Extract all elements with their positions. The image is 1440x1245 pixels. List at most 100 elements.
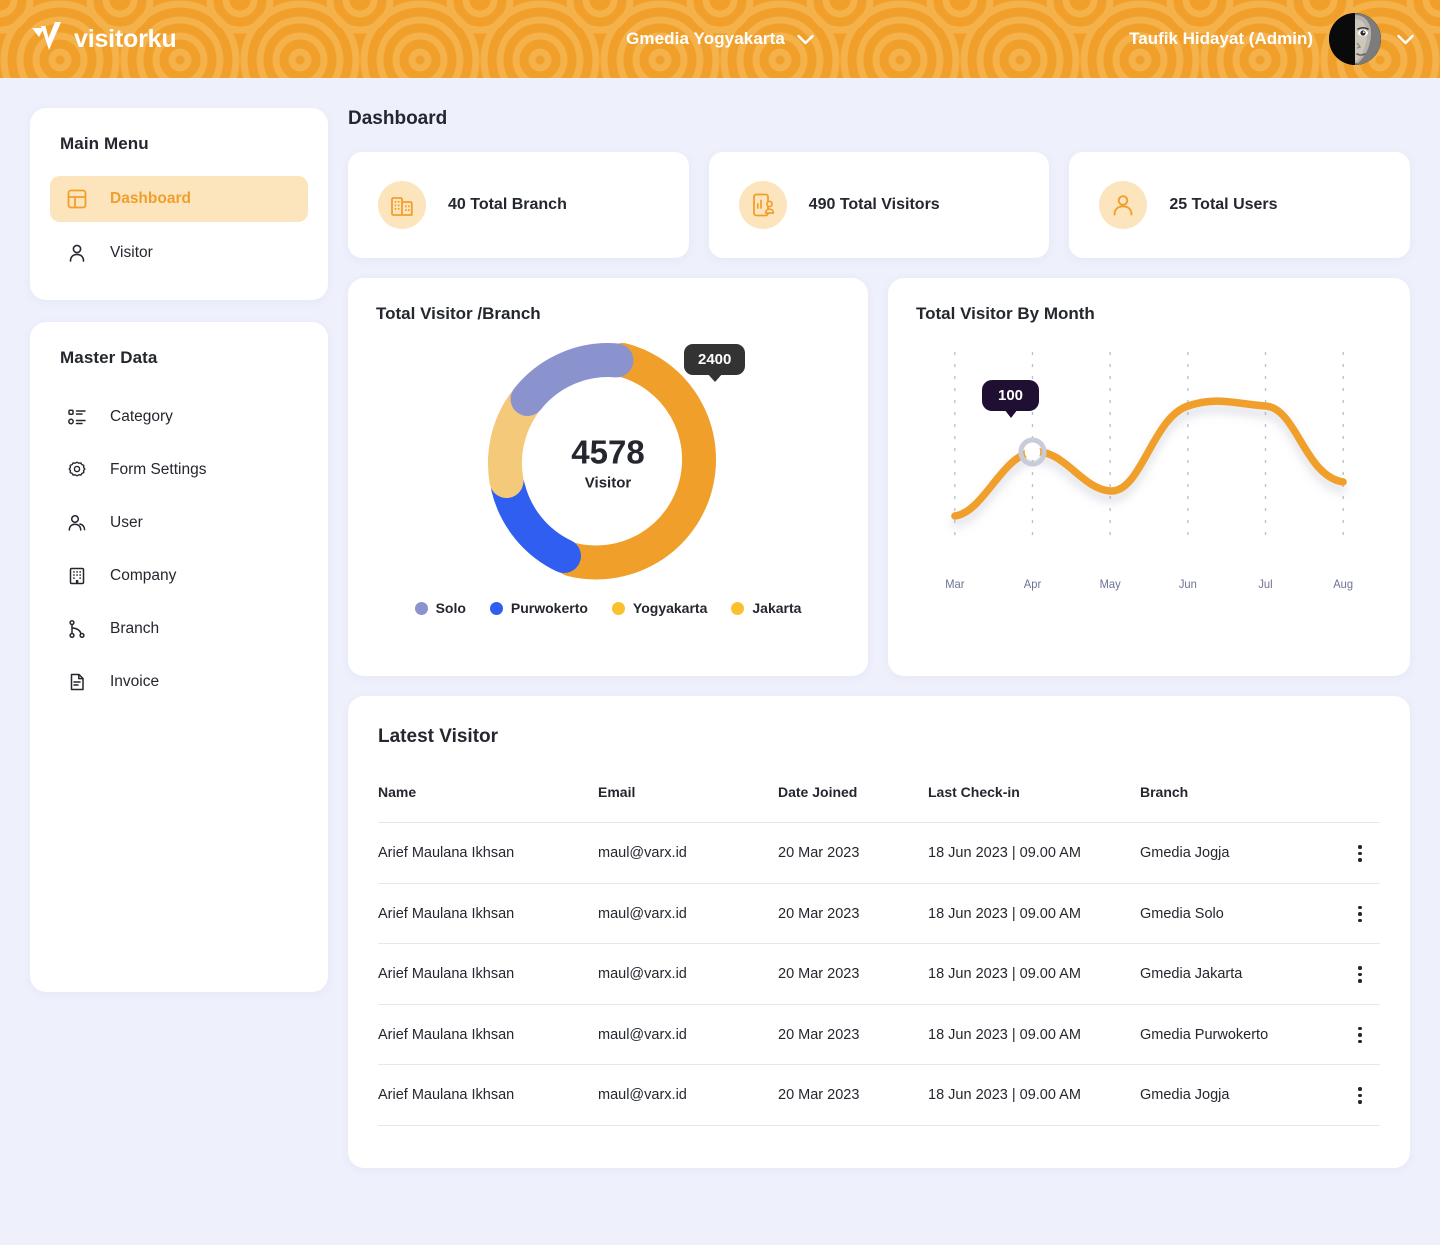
- app-header: visitorku Gmedia Yogyakarta Taufik Hiday…: [0, 0, 1440, 78]
- legend-dot: [731, 601, 745, 615]
- person-icon: [1099, 181, 1148, 229]
- column-header-name: Name: [378, 784, 417, 800]
- table-body: Arief Maulana Ikhsan maul@varx.id 20 Mar…: [378, 822, 1380, 1126]
- avatar[interactable]: [1329, 13, 1381, 65]
- stat-label: 40 Total Branch: [448, 196, 567, 213]
- user-chevron-down-icon[interactable]: [1397, 34, 1414, 45]
- table-row[interactable]: Arief Maulana Ikhsan maul@varx.id 20 Mar…: [378, 882, 1380, 944]
- git-branch-icon: [66, 618, 88, 640]
- legend-item-purwokerto[interactable]: Purwokerto: [489, 600, 588, 616]
- cell-last-checkin: 18 Jun 2023 | 09.00 AM: [928, 822, 1140, 883]
- sidebar-item-invoice[interactable]: Invoice: [50, 655, 308, 708]
- donut-chart: 4578 Visitor 2400: [376, 328, 840, 598]
- donut-center-label: 4578 Visitor: [571, 433, 645, 492]
- sidebar-item-dashboard[interactable]: Dashboard: [50, 176, 308, 222]
- latest-visitor-title: Latest Visitor: [378, 726, 499, 747]
- donut-total-caption: Visitor: [584, 474, 632, 492]
- cell-email: maul@varx.id: [598, 882, 778, 944]
- table-row[interactable]: Arief Maulana Ikhsan maul@varx.id 20 Mar…: [378, 822, 1380, 883]
- table-row[interactable]: Arief Maulana Ikhsan maul@varx.id 20 Mar…: [378, 943, 1380, 1004]
- sidebar-master-data-title: Master Data: [60, 348, 158, 367]
- kebab-menu-icon[interactable]: [1340, 845, 1380, 862]
- user-menu[interactable]: Taufik Hidayat (Admin): [1129, 0, 1414, 78]
- kebab-menu-icon[interactable]: [1340, 1087, 1380, 1104]
- visitor-report-icon: [738, 181, 787, 229]
- sidebar-item-label: Form Settings: [110, 460, 207, 478]
- latest-visitor-table: Name Email Date Joined Last Check-in Bra…: [378, 784, 1380, 1126]
- column-header-last-checkin: Last Check-in: [928, 784, 1020, 800]
- stat-label: 25 Total Users: [1169, 196, 1278, 213]
- donut-tooltip: 2400: [684, 344, 746, 375]
- cell-branch: Gmedia Purwokerto: [1140, 1003, 1340, 1065]
- sidebar-item-company[interactable]: Company: [50, 549, 308, 602]
- cell-name: Arief Maulana Ikhsan: [378, 882, 598, 944]
- cell-actions[interactable]: [1340, 943, 1380, 1004]
- stat-card-total-branch[interactable]: 40 Total Branch: [348, 152, 689, 258]
- cell-actions[interactable]: [1340, 1064, 1380, 1126]
- cell-date-joined: 20 Mar 2023: [778, 943, 928, 1004]
- table-row[interactable]: Arief Maulana Ikhsan maul@varx.id 20 Mar…: [378, 1064, 1380, 1126]
- legend-item-yogyakarta[interactable]: Yogyakarta: [611, 600, 707, 616]
- cell-branch: Gmedia Jakarta: [1140, 943, 1340, 1004]
- sidebar-item-user[interactable]: User: [50, 496, 308, 549]
- cell-email: maul@varx.id: [598, 943, 778, 1004]
- cell-email: maul@varx.id: [598, 1003, 778, 1065]
- cell-actions[interactable]: [1340, 822, 1380, 883]
- sidebar-item-label: User: [110, 513, 143, 531]
- cell-last-checkin: 18 Jun 2023 | 09.00 AM: [928, 1003, 1140, 1065]
- cell-branch: Gmedia Jogja: [1140, 1064, 1340, 1126]
- svg-text:Apr: Apr: [1024, 579, 1042, 591]
- chevron-down-icon: [797, 34, 814, 44]
- user-name: Taufik Hidayat (Admin): [1129, 29, 1313, 48]
- sidebar-item-label: Dashboard: [110, 190, 191, 207]
- line-chart-xaxis: Mar Apr May Jun Jul Aug: [945, 579, 1353, 591]
- building-icon: [66, 565, 88, 587]
- donut-chart-title: Total Visitor /Branch: [376, 304, 541, 323]
- sidebar-item-visitor[interactable]: Visitor: [50, 230, 308, 276]
- stat-cards: 40 Total Branch 490 Total Visitors 25 To…: [348, 152, 1411, 258]
- cell-email: maul@varx.id: [598, 1064, 778, 1126]
- line-chart: Mar Apr May Jun Jul Aug 100: [916, 334, 1382, 624]
- cell-branch: Gmedia Jogja: [1140, 822, 1340, 883]
- company-switcher[interactable]: Gmedia Yogyakarta: [626, 29, 814, 49]
- stat-label: 490 Total Visitors: [808, 196, 940, 213]
- cell-last-checkin: 18 Jun 2023 | 09.00 AM: [928, 1064, 1140, 1126]
- gear-icon: [66, 459, 88, 481]
- sidebar: Main Menu Dashboard Visitor Master Data: [30, 108, 328, 992]
- line-chart-tooltip: 100: [982, 380, 1040, 411]
- users-icon: [66, 512, 88, 534]
- sidebar-item-category[interactable]: Category: [50, 390, 308, 443]
- sidebar-item-label: Category: [110, 407, 173, 425]
- dashboard-page: visitorku Gmedia Yogyakarta Taufik Hiday…: [0, 0, 1440, 1245]
- cell-name: Arief Maulana Ikhsan: [378, 822, 598, 883]
- cell-name: Arief Maulana Ikhsan: [378, 1064, 598, 1126]
- cell-last-checkin: 18 Jun 2023 | 09.00 AM: [928, 882, 1140, 944]
- cell-email: maul@varx.id: [598, 822, 778, 883]
- donut-total-value: 4578: [571, 433, 645, 471]
- cell-branch: Gmedia Solo: [1140, 882, 1340, 944]
- kebab-menu-icon[interactable]: [1340, 1026, 1380, 1043]
- cell-actions[interactable]: [1340, 882, 1380, 944]
- kebab-menu-icon[interactable]: [1340, 905, 1380, 922]
- cell-actions[interactable]: [1340, 1003, 1380, 1065]
- svg-text:May: May: [1100, 579, 1121, 591]
- stat-card-total-visitors[interactable]: 490 Total Visitors: [708, 152, 1050, 258]
- buildings-icon: [378, 181, 426, 229]
- user-icon: [66, 242, 88, 264]
- sidebar-item-branch[interactable]: Branch: [50, 602, 308, 655]
- brand-logo[interactable]: visitorku: [30, 20, 177, 58]
- legend-item-jakarta[interactable]: Jakarta: [731, 600, 801, 616]
- cell-date-joined: 20 Mar 2023: [778, 1003, 928, 1065]
- sidebar-item-label: Branch: [110, 619, 160, 637]
- charts-row: Total Visitor /Branch 4578 Visitor 2400 …: [348, 278, 1410, 676]
- table-row[interactable]: Arief Maulana Ikhsan maul@varx.id 20 Mar…: [378, 1003, 1380, 1065]
- legend-item-solo[interactable]: Solo: [414, 600, 466, 616]
- kebab-menu-icon[interactable]: [1340, 966, 1380, 983]
- table-head: Name Email Date Joined Last Check-in Bra…: [378, 784, 1380, 823]
- sidebar-item-form-settings[interactable]: Form Settings: [50, 443, 308, 496]
- cell-name: Arief Maulana Ikhsan: [378, 1003, 598, 1065]
- stat-card-total-users[interactable]: 25 Total Users: [1069, 152, 1411, 258]
- legend-label: Solo: [435, 600, 466, 616]
- cell-name: Arief Maulana Ikhsan: [378, 943, 598, 1004]
- donut-legend: Solo Purwokerto Yogyakarta Jakarta: [376, 600, 840, 616]
